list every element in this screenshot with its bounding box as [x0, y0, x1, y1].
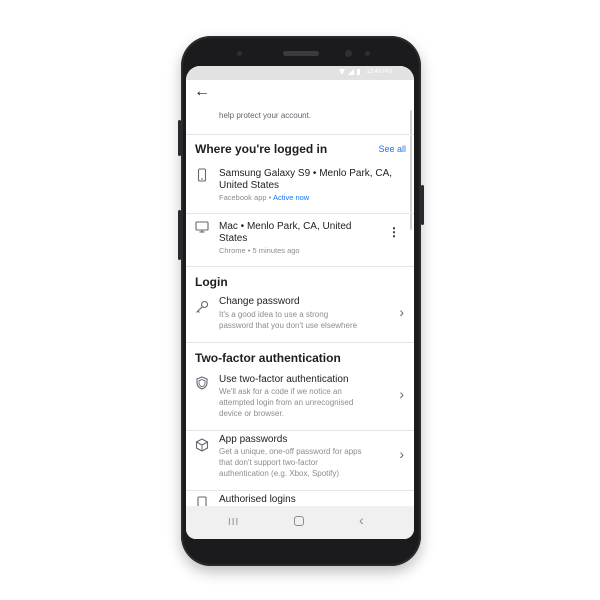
cube-icon [195, 438, 209, 452]
chevron-right-icon: › [399, 304, 404, 320]
arrow-left-icon[interactable]: ← [194, 83, 210, 101]
app-passwords-row[interactable]: App passwords Get a unique, one-off pass… [186, 434, 414, 490]
app-passwords-title: App passwords [219, 434, 288, 445]
earpiece-speaker [283, 51, 319, 56]
wifi-icon [339, 69, 346, 75]
device-name-line2: United States [219, 180, 280, 191]
device-meta: Chrome • 5 minutes ago [219, 246, 300, 256]
authorised-logins-title: Authorised logins [219, 494, 296, 505]
see-all-link[interactable]: See all [378, 144, 406, 154]
battery-icon [357, 69, 361, 75]
top-bar: ← [186, 80, 414, 110]
change-password-title: Change password [219, 296, 300, 307]
device-name-line1: Mac • Menlo Park, CA, United [219, 221, 352, 232]
bixby-button [178, 210, 181, 260]
device-row[interactable]: Samsung Galaxy S9 • Menlo Park, CA, Unit… [186, 164, 414, 214]
recent-apps-button[interactable]: III [228, 517, 239, 528]
login-heading: Login [195, 275, 228, 289]
device-status: Active now [272, 193, 310, 202]
status-bar: 12:43 PM [186, 66, 414, 80]
monitor-icon [195, 221, 209, 233]
divider [186, 266, 414, 267]
use-two-factor-title: Use two-factor authentication [219, 374, 349, 385]
key-icon [196, 300, 209, 313]
divider [186, 134, 414, 135]
more-options-icon[interactable]: ⋮ [388, 225, 400, 239]
change-password-desc-line2: password that you don't use elsewhere [219, 321, 358, 330]
shield-icon [196, 376, 208, 390]
app-passwords-desc-line2: that don't support two-factor [219, 458, 318, 467]
status-icons: 12:43 PM [339, 69, 392, 75]
volume-button [178, 120, 181, 156]
device-meta: Facebook app • Active now [219, 193, 309, 203]
divider [186, 342, 414, 343]
phone-icon [197, 168, 207, 182]
device-icon [197, 496, 207, 506]
power-button [421, 185, 424, 225]
proximity-sensor [237, 51, 242, 56]
device-name-line2: States [219, 233, 248, 244]
nav-back-button[interactable]: ‹ [359, 512, 364, 528]
use-two-factor-row[interactable]: Use two-factor authentication We'll ask … [186, 372, 414, 430]
device-name-line1: Samsung Galaxy S9 • Menlo Park, CA, [219, 168, 393, 179]
device-status: 5 minutes ago [252, 246, 300, 255]
device-app: Facebook app [219, 193, 267, 202]
status-time: 12:43 PM [366, 69, 392, 75]
change-password-row[interactable]: Change password It's a good idea to use … [186, 294, 414, 342]
device-row[interactable]: Mac • Menlo Park, CA, United States Chro… [186, 214, 414, 266]
use-two-factor-desc-line1: We'll ask for a code if we notice an [219, 387, 342, 396]
divider [186, 490, 414, 491]
app-passwords-desc-line3: authentication (e.g. Xbox, Spotify) [219, 469, 340, 478]
chevron-right-icon: › [399, 446, 404, 462]
iris-sensor [365, 51, 370, 56]
phone-screen: 12:43 PM ← help protect your account. Wh… [186, 66, 414, 539]
intro-text: help protect your account. [219, 111, 312, 120]
change-password-desc-line1: It's a good idea to use a strong [219, 310, 329, 319]
home-icon[interactable] [294, 516, 304, 526]
device-app: Chrome [219, 246, 246, 255]
two-factor-heading: Two-factor authentication [195, 351, 341, 365]
android-nav-bar: III ‹ [186, 506, 414, 539]
divider [186, 430, 414, 431]
logged-in-heading: Where you're logged in [195, 142, 328, 156]
app-passwords-desc-line1: Get a unique, one-off password for apps [219, 447, 362, 456]
authorised-logins-row[interactable]: Authorised logins [186, 494, 414, 506]
front-camera [345, 50, 352, 57]
security-settings-content: help protect your account. Where you're … [186, 110, 414, 506]
chevron-right-icon: › [399, 386, 404, 402]
use-two-factor-desc-line2: attempted login from an unrecognised [219, 398, 354, 407]
use-two-factor-desc-line3: device or browser. [219, 409, 284, 418]
signal-icon [348, 69, 355, 75]
